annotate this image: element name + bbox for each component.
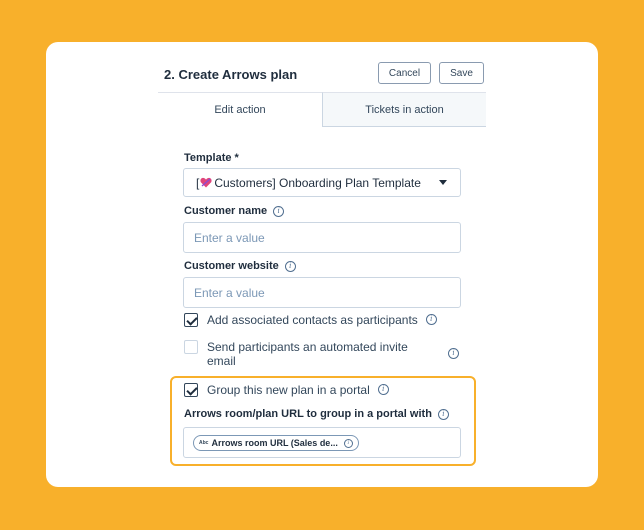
info-icon[interactable]: i xyxy=(425,314,437,325)
template-select[interactable]: [ Customers] Onboarding Plan Template xyxy=(183,168,461,197)
workflow-action-panel: 2. Create Arrows plan Cancel Save Edit a… xyxy=(158,42,486,487)
template-value: Customers] Onboarding Plan Template xyxy=(214,175,421,190)
info-icon[interactable]: i xyxy=(448,348,459,359)
save-button[interactable]: Save xyxy=(439,62,484,84)
portal-url-label-text: Arrows room/plan URL to group in a porta… xyxy=(184,408,432,420)
template-label-text: Template * xyxy=(184,152,239,164)
info-icon[interactable]: i xyxy=(437,408,449,420)
customer-website-label-text: Customer website xyxy=(184,260,279,272)
chevron-down-icon xyxy=(439,180,447,185)
send-invite-checkbox[interactable] xyxy=(184,340,198,354)
portal-url-field[interactable]: Abc Arrows room URL (Sales de... i xyxy=(183,427,461,458)
tab-edit-action[interactable]: Edit action xyxy=(158,92,323,127)
info-icon[interactable]: i xyxy=(273,205,285,217)
info-icon[interactable]: i xyxy=(284,260,296,272)
info-icon[interactable]: i xyxy=(343,438,353,448)
group-portal-label: Group this new plan in a portal xyxy=(207,383,370,397)
text-type-icon: Abc xyxy=(199,440,209,446)
property-token[interactable]: Abc Arrows room URL (Sales de... i xyxy=(193,435,359,451)
add-contacts-checkbox[interactable] xyxy=(184,313,198,327)
customer-website-input[interactable] xyxy=(183,277,461,308)
add-contacts-label: Add associated contacts as participants xyxy=(207,313,418,327)
tab-tickets-in-action[interactable]: Tickets in action xyxy=(323,92,486,127)
portal-url-label: Arrows room/plan URL to group in a porta… xyxy=(184,408,449,420)
template-value-prefix: [ xyxy=(196,175,200,190)
customer-name-label: Customer name i xyxy=(184,205,285,217)
group-portal-checkbox[interactable] xyxy=(184,383,198,397)
customer-name-label-text: Customer name xyxy=(184,205,268,217)
cancel-button[interactable]: Cancel xyxy=(378,62,431,84)
property-token-label: Arrows room URL (Sales de... xyxy=(211,438,338,448)
send-invite-option: Send participants an automated invite em… xyxy=(184,340,464,368)
send-invite-label: Send participants an automated invite em… xyxy=(207,340,408,368)
customer-website-label: Customer website i xyxy=(184,260,296,272)
tab-bar: Edit action Tickets in action xyxy=(158,92,486,127)
template-label: Template * xyxy=(184,152,239,164)
heart-icon xyxy=(200,177,212,188)
group-portal-option: Group this new plan in a portal i xyxy=(184,383,389,397)
dialog-card: 2. Create Arrows plan Cancel Save Edit a… xyxy=(46,42,598,487)
info-icon[interactable]: i xyxy=(377,384,389,395)
panel-title: 2. Create Arrows plan xyxy=(164,67,298,82)
customer-name-input[interactable] xyxy=(183,222,461,253)
add-contacts-option: Add associated contacts as participants … xyxy=(184,313,437,327)
